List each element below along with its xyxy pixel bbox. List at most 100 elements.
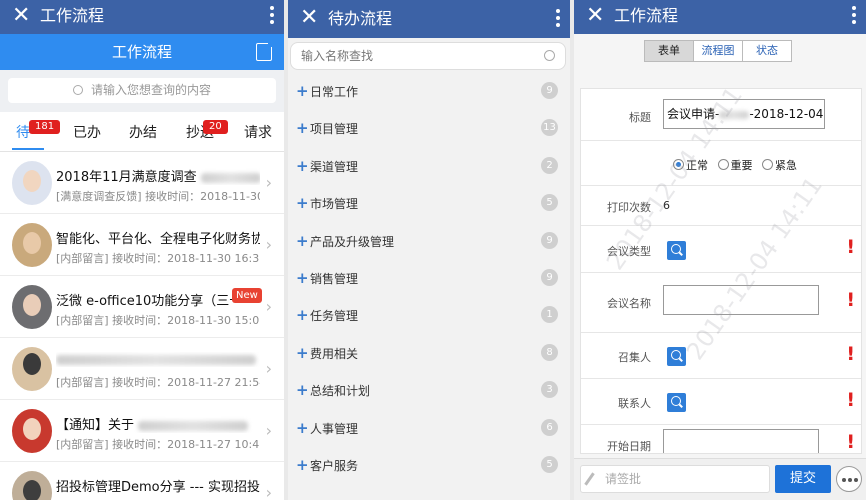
list-item[interactable]: 智能化、平台化、全程电子化财务协同管... [内部留言] 接收时间：2018-1… <box>0 214 284 276</box>
priority-radio-group: 正常 重要 紧急 <box>673 157 803 173</box>
category-label: 项目管理 <box>310 122 359 136</box>
expand-icon: + <box>296 269 309 287</box>
title-label: 标题 <box>629 111 651 124</box>
category-item[interactable]: + 产品及升级管理 9 <box>288 223 570 260</box>
print-count-label: 打印次数 <box>607 201 651 214</box>
search-area: 请输入您想查询的内容 <box>0 70 284 112</box>
required-icon: ! <box>846 289 855 311</box>
chevron-right-icon: › <box>265 483 272 500</box>
expand-icon: + <box>296 306 309 324</box>
category-label: 费用相关 <box>310 347 359 361</box>
category-count-badge: 3 <box>541 381 558 398</box>
search-input[interactable]: 输入名称查找 <box>290 42 566 70</box>
search-icon[interactable] <box>667 347 686 366</box>
list-item[interactable]: 泛微 e-office10功能分享（三十... New [内部留言] 接收时间：… <box>0 276 284 338</box>
meeting-name-field[interactable] <box>663 285 819 315</box>
tab-request[interactable]: 请求 <box>244 122 272 142</box>
title-bar: ✕ 工作流程 <box>0 0 284 34</box>
close-icon[interactable]: ✕ <box>586 3 604 29</box>
search-input[interactable]: 请输入您想查询的内容 <box>8 78 276 103</box>
tab-finished[interactable]: 办结 <box>129 122 157 142</box>
tab-done[interactable]: 已办 <box>73 122 101 142</box>
category-item[interactable]: + 费用相关 8 <box>288 335 570 372</box>
new-workflow-icon[interactable] <box>256 38 277 61</box>
avatar <box>12 471 52 500</box>
search-icon <box>72 85 83 95</box>
category-item[interactable]: + 客户服务 5 <box>288 447 570 484</box>
category-count-badge: 9 <box>541 82 558 99</box>
chevron-right-icon: › <box>265 421 272 440</box>
priority-option-urgent[interactable]: 紧急 <box>762 159 797 172</box>
expand-icon: + <box>296 82 309 100</box>
comment-input[interactable]: 请签批 <box>580 465 770 493</box>
category-item[interactable]: + 人事管理 6 <box>288 410 570 447</box>
priority-option-normal[interactable]: 正常 <box>673 159 708 172</box>
expand-icon: + <box>296 381 309 399</box>
view-switcher: 表单 流程图 状态 <box>574 34 866 68</box>
print-count-value: 6 <box>663 199 670 212</box>
contact-label: 联系人 <box>618 397 651 410</box>
workflow-tabs: 待 181 已办 办结 抄送 20 请求 <box>0 112 284 152</box>
required-icon: ! <box>846 343 855 365</box>
category-count-badge: 9 <box>541 269 558 286</box>
title-date: -2018-12-04 <box>749 107 824 121</box>
tab-form[interactable]: 表单 <box>644 40 694 62</box>
pending-workflow-screen: ✕ 待办流程 输入名称查找 + 日常工作 9 + 项目管理 13 + 渠道管理 2 + 市场管… <box>288 0 570 500</box>
workflow-form-screen: ✕ 工作流程 表单 流程图 状态 标题 会议申请- -2018-12-04 正常 … <box>574 0 866 500</box>
category-label: 任务管理 <box>310 309 359 323</box>
message-title: 【通知】关于 <box>56 418 135 433</box>
submit-button[interactable]: 提交 <box>775 465 831 493</box>
list-item[interactable]: 【通知】关于 [内部留言] 接收时间：2018-11-27 10:43:31 › <box>0 400 284 462</box>
list-item[interactable]: [内部留言] 接收时间：2018-11-27 21:54:44 › <box>0 338 284 400</box>
category-item[interactable]: + 销售管理 9 <box>288 260 570 297</box>
category-count-badge: 13 <box>541 119 558 136</box>
category-item[interactable]: + 总结和计划 3 <box>288 372 570 409</box>
category-count-badge: 8 <box>541 344 558 361</box>
page-title: 工作流程 <box>40 6 105 25</box>
category-item[interactable]: + 日常工作 9 <box>288 73 570 110</box>
list-item[interactable]: 招投标管理Demo分享 --- 实现招投标... › <box>0 462 284 500</box>
expand-icon: + <box>296 157 309 175</box>
close-icon[interactable]: ✕ <box>12 3 30 29</box>
meeting-type-label: 会议类型 <box>607 245 651 258</box>
tab-status[interactable]: 状态 <box>742 40 792 62</box>
close-icon[interactable]: ✕ <box>300 5 318 31</box>
more-menu-icon[interactable] <box>556 9 560 29</box>
tab-todo[interactable]: 待 <box>16 122 30 142</box>
category-count-badge: 9 <box>541 232 558 249</box>
category-count-badge: 5 <box>541 194 558 211</box>
todo-count-badge: 181 <box>29 120 61 134</box>
category-item[interactable]: + 项目管理 13 <box>288 110 570 147</box>
radio-selected-icon <box>673 159 684 170</box>
new-badge: New <box>232 288 262 303</box>
more-menu-icon[interactable] <box>270 6 274 26</box>
priority-option-important[interactable]: 重要 <box>717 159 753 172</box>
chevron-right-icon: › <box>265 359 272 378</box>
category-item[interactable]: + 市场管理 5 <box>288 185 570 222</box>
action-bar: 请签批 提交 <box>574 458 866 500</box>
title-field[interactable]: 会议申请- -2018-12-04 <box>663 99 825 129</box>
more-menu-icon[interactable] <box>852 6 856 26</box>
form-row-priority: 正常 重要 紧急 <box>581 141 861 186</box>
expand-icon: + <box>296 232 309 250</box>
category-label: 日常工作 <box>310 85 359 99</box>
avatar <box>12 161 52 205</box>
category-label: 产品及升级管理 <box>310 235 395 249</box>
message-title: 泛微 e-office10功能分享（三十... <box>56 294 232 309</box>
search-icon[interactable] <box>667 393 686 412</box>
form-row-title: 标题 会议申请- -2018-12-04 <box>581 89 861 141</box>
radio-icon <box>717 159 729 170</box>
priority-label: 紧急 <box>775 159 797 172</box>
category-item[interactable]: + 任务管理 1 <box>288 297 570 334</box>
category-label: 人事管理 <box>310 422 359 436</box>
chevron-right-icon: › <box>265 173 272 192</box>
title-bar: ✕ 工作流程 <box>574 0 866 34</box>
start-date-field[interactable] <box>663 429 819 453</box>
tab-flowchart[interactable]: 流程图 <box>693 40 743 62</box>
more-actions-icon[interactable] <box>836 466 862 492</box>
category-item[interactable]: + 渠道管理 2 <box>288 148 570 185</box>
start-date-label: 开始日期 <box>607 440 651 453</box>
list-item[interactable]: 2018年11月满意度调查 [满意度调查反馈] 接收时间：2018-11-30 … <box>0 152 284 214</box>
title-value: 会议申请- <box>667 107 720 121</box>
search-icon[interactable] <box>667 241 686 260</box>
